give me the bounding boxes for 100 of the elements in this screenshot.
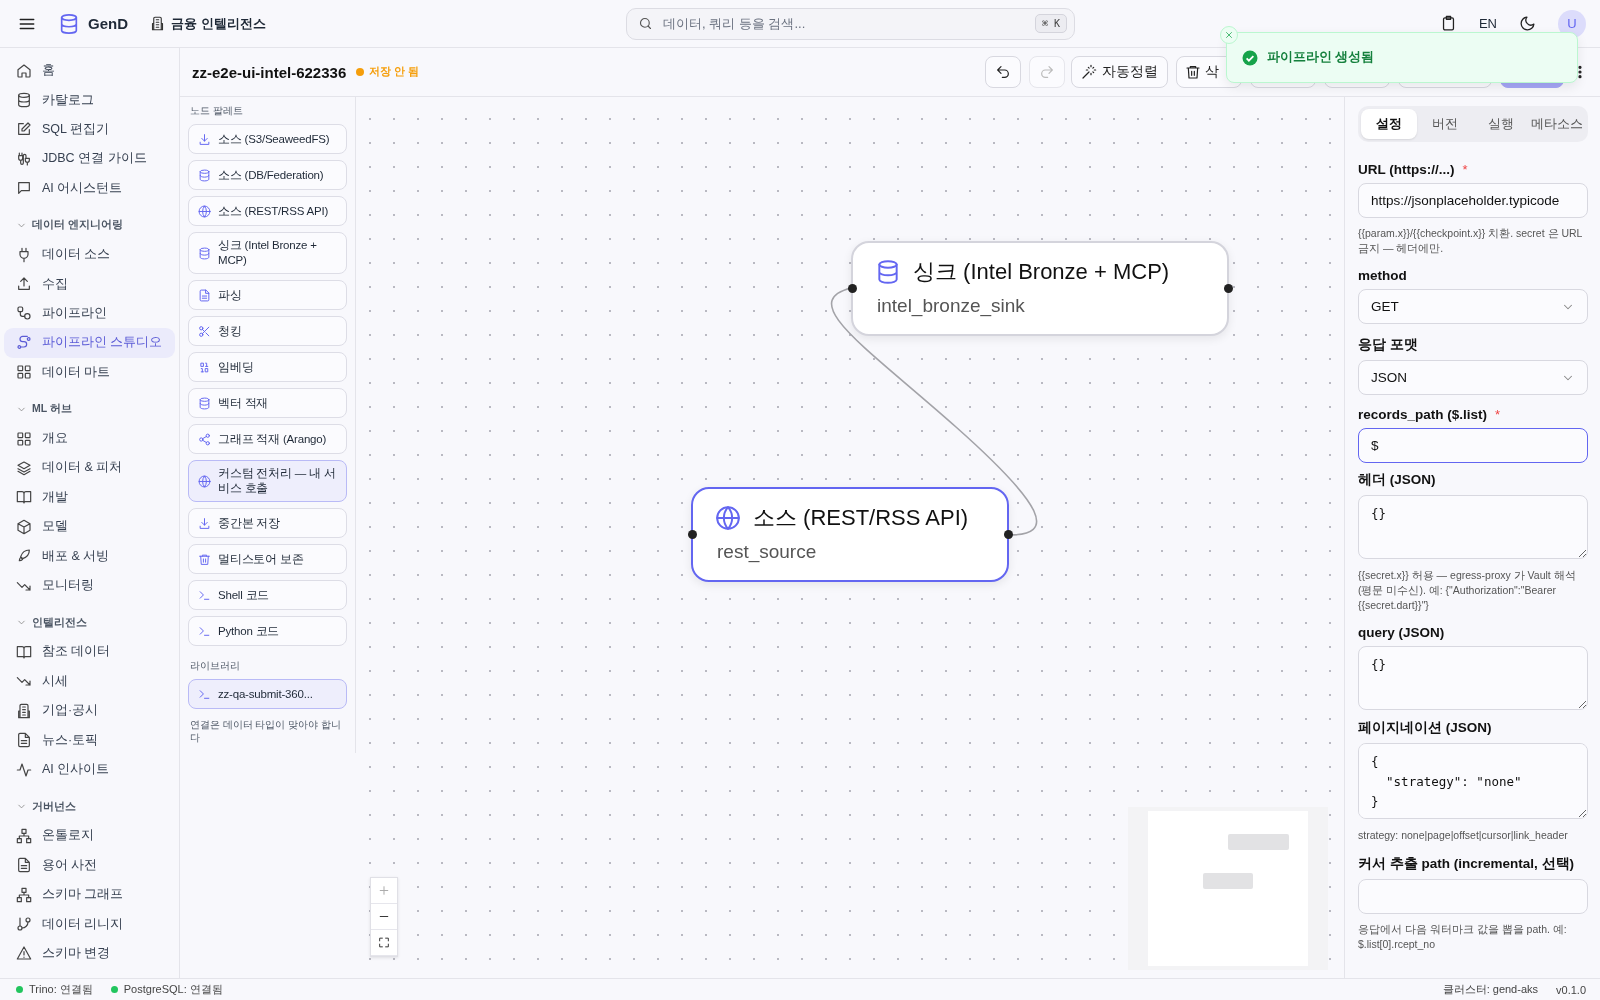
sidebar-item[interactable]: SQL 편집기 (4, 114, 175, 145)
tab[interactable]: 버전 (1417, 109, 1473, 139)
document-icon (16, 732, 32, 749)
sidebar-item[interactable]: 스키마 변경 (4, 938, 175, 969)
save-status: 저장 안 됨 (369, 65, 420, 79)
connection-handle[interactable] (847, 284, 857, 293)
connection-status: Trino: 연결됨 (29, 982, 93, 997)
dropdown[interactable]: GET (1358, 289, 1588, 324)
close-icon (1224, 30, 1234, 40)
app-logo-text[interactable]: GenD (88, 15, 128, 32)
sidebar-item[interactable]: 파이프라인 (4, 298, 175, 329)
sidebar-item[interactable]: 온톨로지 (4, 821, 175, 851)
sidebar-item[interactable]: 데이터 소스 (4, 239, 175, 270)
database-icon (16, 92, 32, 109)
palette-item[interactable]: 소스 (DB/Federation) (188, 160, 347, 190)
sidebar-item[interactable]: 뉴스·토픽 (4, 725, 175, 755)
document-icon (16, 857, 32, 874)
chat-icon (16, 180, 32, 197)
moon-icon[interactable] (1519, 15, 1536, 32)
pencil-icon (16, 121, 32, 138)
required-mark: * (1495, 407, 1501, 422)
sidebar-item[interactable]: 개요 (4, 423, 175, 454)
connection-handle[interactable] (1223, 284, 1233, 293)
connection-handle[interactable] (1003, 530, 1013, 539)
input-field[interactable] (1358, 879, 1588, 914)
branch-icon (16, 916, 32, 933)
sidebar-item[interactable]: AI 인사이트 (4, 754, 175, 785)
language-toggle[interactable]: EN (1478, 16, 1497, 31)
book-icon (16, 643, 32, 660)
palette-item[interactable]: 그래프 적재 (Arango) (188, 424, 347, 454)
download-icon (198, 516, 211, 530)
input-field[interactable]: https://jsonplaceholder.typicode (1358, 183, 1588, 218)
field-label: 커서 추출 path (incremental, 선택) (1358, 855, 1575, 873)
field-label: 헤더 (JSON) (1358, 471, 1436, 489)
sidebar-item[interactable]: 데이터 & 피처 (4, 453, 175, 483)
section-header[interactable]: 인텔리전스 (4, 608, 175, 638)
sidebar-item[interactable]: 배포 & 서빙 (4, 541, 175, 571)
magic-wand-icon (1081, 64, 1097, 80)
sidebar-item[interactable]: 데이터 마트 (4, 357, 175, 387)
sidebar-item[interactable]: 모니터링 (4, 570, 175, 601)
undo-icon (995, 64, 1011, 80)
palette-item[interactable]: 멀티스토어 보존 (188, 544, 347, 574)
cluster-name: 클러스터: gend-aks (1442, 982, 1539, 997)
section-header[interactable]: 거버넌스 (4, 792, 175, 822)
section-header[interactable]: 데이터 엔지니어링 (4, 210, 175, 240)
field-label: method (1358, 268, 1407, 283)
palette-item[interactable]: 소스 (S3/SeaweedFS) (188, 124, 347, 154)
sidebar-item[interactable]: 홈 (4, 56, 175, 86)
sidebar-item[interactable]: AI 어시스턴트 (4, 173, 175, 203)
sidebar-item[interactable]: 수집 (4, 269, 175, 299)
tab[interactable]: 메타소스 (1529, 109, 1585, 139)
layers-icon (16, 460, 32, 476)
workspace-name[interactable]: 금융 인텔리전스 (171, 14, 266, 33)
sidebar-item[interactable]: JDBC 연결 가이드 (4, 144, 175, 174)
undo-button[interactable] (985, 56, 1021, 88)
palette-item[interactable]: 중간본 저장 (188, 508, 347, 538)
sidebar-item[interactable]: 개발 (4, 482, 175, 513)
tab[interactable]: 실행 (1473, 109, 1529, 139)
palette-heading: 노드 팔레트 (190, 105, 244, 118)
palette-item[interactable]: 파싱 (188, 280, 347, 310)
palette-item[interactable]: 벡터 적재 (188, 388, 347, 418)
sidebar-item[interactable]: 용어 사전 (4, 850, 175, 880)
section-header[interactable]: ML 허브 (4, 394, 175, 424)
palette-item[interactable]: 싱크 (Intel Bronze + MCP) (188, 232, 347, 274)
field-label: 페이지네이션 (JSON) (1358, 719, 1492, 737)
auto-layout-button[interactable]: 자동정렬 (1071, 56, 1168, 88)
building-icon (150, 16, 165, 31)
required-mark: * (1462, 162, 1468, 177)
palette-item[interactable]: 청킹 (188, 316, 347, 346)
input-field[interactable]: $ (1358, 428, 1588, 463)
palette-item[interactable]: 커스텀 전처리 — 내 서비스 호출 (188, 460, 347, 502)
sidebar-item[interactable]: 시세 (4, 666, 175, 697)
section-title: 데이터 엔지니어링 (32, 218, 123, 233)
sidebar-item[interactable]: 카탈로그 (4, 85, 175, 115)
sidebar-item[interactable]: 참조 데이터 (4, 637, 175, 667)
node-subtitle: rest_source (716, 541, 818, 563)
palette-item[interactable]: Python 코드 (188, 616, 347, 646)
palette-item[interactable]: 소스 (REST/RSS API) (188, 196, 347, 226)
plug-icon (16, 246, 32, 263)
upload-icon (16, 276, 32, 293)
field-label: URL (https://...) (1358, 162, 1455, 177)
node-subtitle: intel_bronze_sink (876, 295, 1026, 317)
sidebar-item[interactable]: 스키마 그래프 (4, 880, 175, 910)
palette-item[interactable]: Shell 코드 (188, 580, 347, 610)
connection-handle[interactable] (687, 530, 697, 539)
text-area[interactable]: {} (1358, 646, 1588, 710)
dropdown[interactable]: JSON (1358, 360, 1588, 395)
sidebar-item[interactable]: 기업·공시 (4, 696, 175, 726)
sidebar-item[interactable]: 모델 (4, 512, 175, 542)
hint-text: strategy: none|page|offset|cursor|link_header (1358, 828, 1569, 843)
tab[interactable]: 설정 (1361, 109, 1417, 139)
text-area[interactable]: { "strategy": "none" } (1358, 743, 1588, 819)
hint-text: {{secret.x}} 허용 — egress-proxy 가 Vault 해석 (평문 미수신). 예: {"Authorization":"Bearer {{secret.dart}}"} (1358, 568, 1577, 613)
palette-item[interactable]: zz-qa-submit-360... (188, 679, 347, 709)
search-icon (638, 16, 653, 31)
pulse-icon (16, 761, 32, 778)
text-area[interactable]: {} (1358, 495, 1588, 559)
palette-item[interactable]: 임베딩 (188, 352, 347, 382)
sidebar-item[interactable]: 데이터 리니지 (4, 909, 175, 939)
sidebar-item[interactable]: 파이프라인 스튜디오 (4, 328, 175, 358)
